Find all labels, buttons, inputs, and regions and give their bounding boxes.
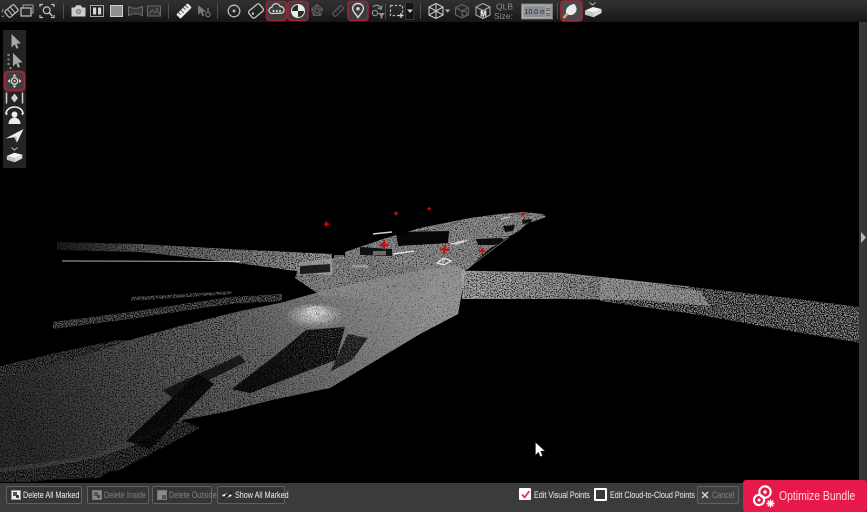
svg-text:M: M	[480, 10, 487, 19]
svg-text:QLB: QLB	[496, 2, 513, 12]
svg-text:10.0 m: 10.0 m	[525, 9, 547, 16]
svg-text:Size:: Size:	[494, 11, 513, 21]
